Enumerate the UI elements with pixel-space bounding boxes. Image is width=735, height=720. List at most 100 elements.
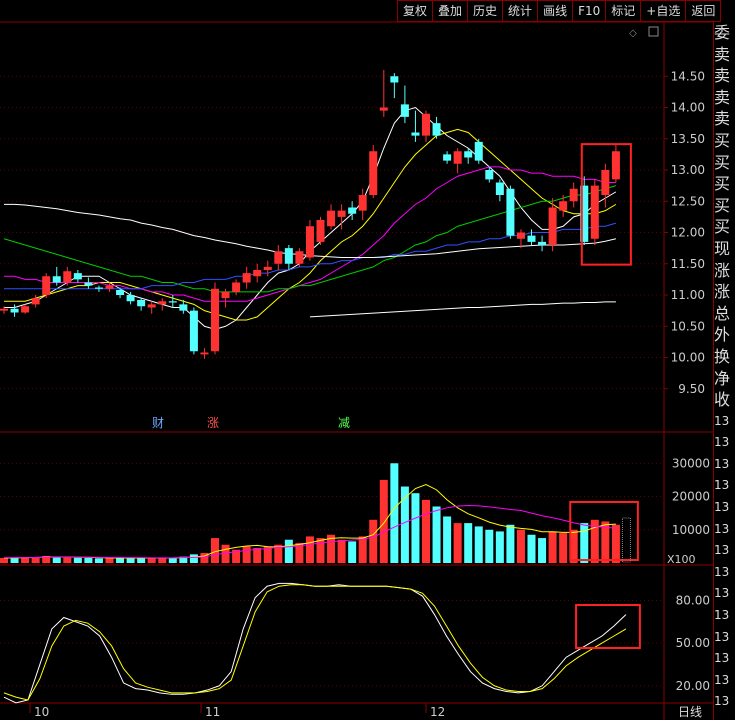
candle-body: [179, 304, 188, 311]
sidebar-item: 13: [714, 543, 730, 558]
volume-bar: [453, 523, 462, 563]
candle-body: [10, 308, 19, 313]
volume-bar: [506, 524, 515, 563]
sidebar-item: 买: [714, 174, 731, 194]
candle-body: [305, 226, 314, 258]
sidebar-item: 买: [714, 130, 731, 150]
sidebar-item: 13: [714, 608, 730, 623]
candle-body: [232, 282, 241, 292]
candle-body: [94, 287, 103, 289]
sidebar-item: 外: [714, 325, 731, 345]
volume-bar: [495, 531, 504, 563]
price-tick-label: 10.00: [671, 351, 705, 365]
volume-unit-label: X100: [667, 553, 696, 566]
sidebar-item: 13: [714, 413, 730, 428]
volume-bar: [611, 524, 620, 563]
volume-placeholder-bar: [621, 517, 631, 563]
volume-bar: [485, 529, 494, 563]
volume-bar: [242, 546, 251, 563]
price-tick-label: 13.50: [671, 132, 705, 146]
candle-body: [400, 104, 409, 117]
volume-bar: [548, 531, 557, 563]
event-marker: 财: [152, 416, 164, 430]
volume-bar: [305, 536, 314, 563]
volume-bar: [527, 534, 536, 563]
volume-tick-label: 20000: [672, 490, 710, 504]
price-tick-label: 14.00: [671, 101, 705, 115]
sidebar-item: 委: [714, 23, 731, 42]
sidebar-item: 换: [714, 346, 731, 366]
candle-body: [590, 185, 599, 239]
volume-bar: [147, 558, 156, 563]
candle-body: [432, 123, 441, 136]
candle-body: [242, 273, 251, 283]
volume-bar: [63, 557, 72, 563]
volume-bar: [284, 539, 293, 563]
candle-body: [0, 308, 8, 311]
volume-bar: [253, 548, 262, 563]
sidebar-item: 净: [714, 368, 731, 388]
sidebar-item: 买: [714, 217, 731, 237]
candle-body: [31, 298, 40, 305]
price-tick-label: 10.50: [671, 319, 705, 333]
volume-bar: [580, 523, 589, 563]
volume-bar: [126, 558, 135, 563]
candle-body: [390, 76, 399, 83]
candle-body: [559, 201, 568, 211]
candle-body: [21, 306, 30, 313]
candle-body: [73, 273, 82, 280]
volume-bar: [84, 558, 93, 563]
sidebar-item: 13: [714, 456, 730, 471]
x-tick-label: 10: [34, 705, 49, 719]
sidebar-item: 13: [714, 435, 730, 450]
candle-body: [274, 251, 283, 264]
price-tick-label: 11.50: [671, 257, 705, 271]
sidebar-item: 涨: [714, 260, 731, 280]
x-tick-label: 11: [205, 705, 220, 719]
volume-bar: [390, 463, 399, 563]
candle-body: [611, 151, 620, 180]
x-tick-label: 12: [430, 705, 445, 719]
candle-body: [316, 220, 325, 242]
volume-bar: [189, 554, 198, 563]
candle-body: [211, 288, 219, 352]
sidebar-item: 13: [714, 500, 730, 515]
candle-body: [474, 141, 483, 161]
candle-body: [453, 151, 462, 164]
candle-body: [411, 132, 420, 136]
candle-body: [42, 276, 51, 295]
candle-body: [443, 154, 452, 161]
sidebar-item: 卖: [714, 66, 731, 86]
sidebar-item: 13: [714, 694, 730, 709]
period-label[interactable]: 日线: [668, 703, 712, 720]
volume-bar: [316, 538, 325, 563]
volume-bar: [158, 558, 167, 563]
volume-bar: [337, 539, 346, 563]
candle-body: [527, 235, 536, 242]
candle-body: [158, 301, 167, 305]
sidebar-item: 13: [714, 521, 730, 536]
candle-body: [168, 301, 177, 303]
volume-bar: [411, 493, 420, 563]
sidebar-item: 13: [714, 586, 730, 601]
candle-body: [147, 304, 156, 308]
event-marker: 减: [338, 416, 350, 430]
candle-body: [358, 195, 367, 211]
candle-body: [63, 271, 72, 283]
candle-body: [200, 352, 209, 355]
candle-body: [548, 207, 557, 245]
ma-line-ma120: [309, 301, 616, 318]
candle-body: [422, 113, 430, 136]
candle-body: [52, 276, 61, 283]
candle-body: [337, 210, 346, 217]
volume-bar: [516, 529, 525, 563]
volume-bar: [538, 538, 547, 563]
sidebar-item: 13: [714, 564, 730, 579]
volume-bar: [73, 557, 82, 563]
quote-sidebar: 委卖卖卖卖买买买买买现涨涨总外换净收 13 13 13 13 13 13 13 13 13 13 13…: [713, 22, 735, 720]
sidebar-item: 买: [714, 195, 731, 215]
price-tick-label: 12.50: [671, 194, 705, 208]
candle-body: [348, 207, 357, 214]
price-tick-label: 12.00: [671, 226, 705, 240]
candle-body: [253, 270, 262, 277]
